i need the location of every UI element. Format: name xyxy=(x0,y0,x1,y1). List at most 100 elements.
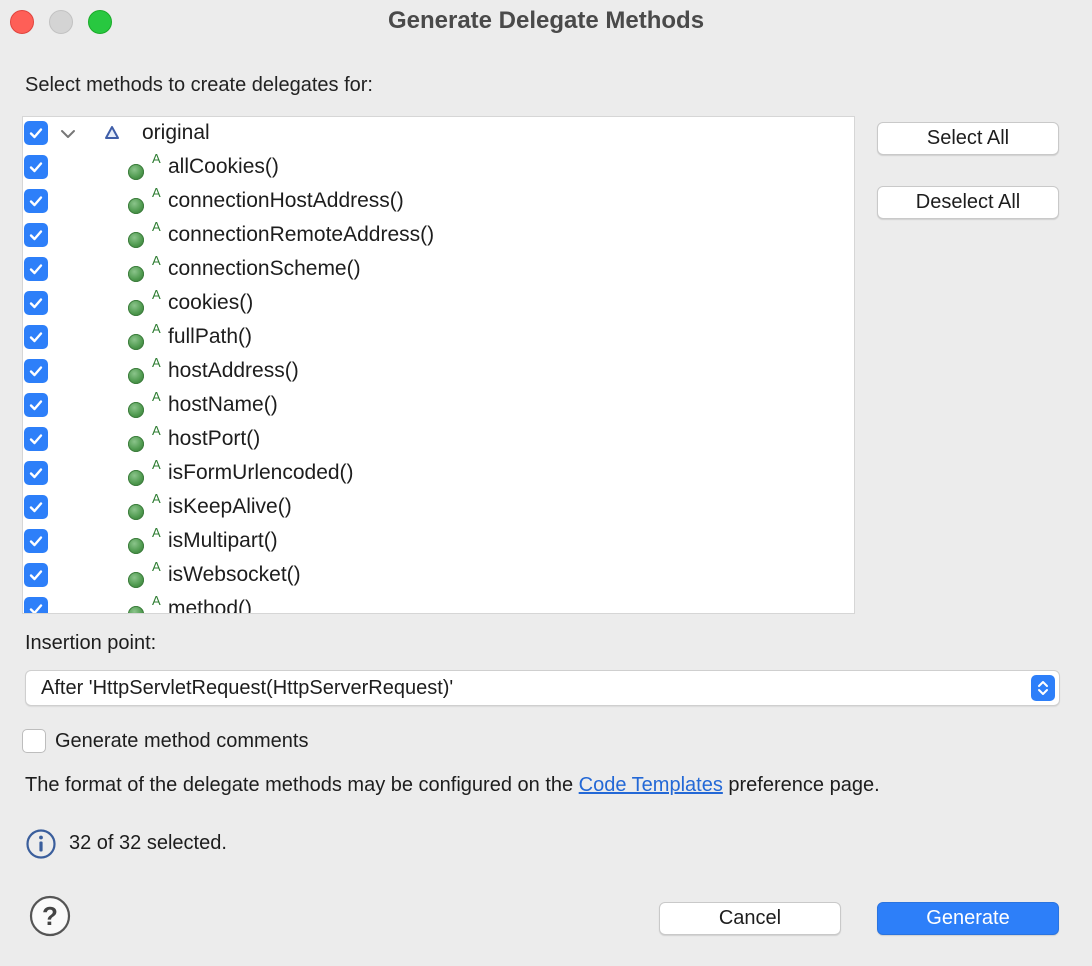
cancel-button[interactable]: Cancel xyxy=(659,902,841,935)
method-label: hostPort() xyxy=(168,427,261,450)
method-row[interactable]: AisMultipart() xyxy=(23,525,854,559)
public-method-icon xyxy=(128,232,144,248)
public-method-icon xyxy=(128,300,144,316)
method-checkbox[interactable] xyxy=(24,359,48,383)
method-label: connectionRemoteAddress() xyxy=(168,223,435,246)
method-label: allCookies() xyxy=(168,155,279,178)
insertion-point-value: After 'HttpServletRequest(HttpServerRequ… xyxy=(41,677,454,699)
method-row[interactable]: Acookies() xyxy=(23,287,854,321)
method-checkbox[interactable] xyxy=(24,155,48,179)
checkmark-icon xyxy=(29,298,43,309)
method-checkbox[interactable] xyxy=(24,189,48,213)
checkmark-icon xyxy=(29,264,43,275)
method-label: fullPath() xyxy=(168,325,253,348)
method-label: connectionHostAddress() xyxy=(168,189,404,212)
method-checkbox[interactable] xyxy=(24,597,48,613)
method-row[interactable]: AhostName() xyxy=(23,389,854,423)
method-checkbox[interactable] xyxy=(24,495,48,519)
public-method-icon xyxy=(128,198,144,214)
window-title: Generate Delegate Methods xyxy=(387,7,705,34)
checkmark-icon xyxy=(29,332,43,343)
public-method-icon xyxy=(128,368,144,384)
help-icon[interactable]: ? xyxy=(29,895,71,937)
format-note-after: preference page. xyxy=(722,774,880,796)
package-triangle-icon xyxy=(105,126,119,139)
method-row[interactable]: AconnectionScheme() xyxy=(23,253,854,287)
tree-root-label: original xyxy=(142,121,210,144)
abstract-marker-icon: A xyxy=(152,593,161,608)
checkmark-icon xyxy=(29,604,43,613)
generate-button[interactable]: Generate xyxy=(877,902,1059,935)
method-row[interactable]: AhostPort() xyxy=(23,423,854,457)
public-method-icon xyxy=(128,572,144,588)
checkmark-icon xyxy=(29,230,43,241)
method-row[interactable]: AconnectionRemoteAddress() xyxy=(23,219,854,253)
method-checkbox[interactable] xyxy=(24,461,48,485)
public-method-icon xyxy=(128,266,144,282)
title-bar: Generate Delegate Methods xyxy=(0,0,1092,42)
checkmark-icon xyxy=(29,434,43,445)
checkmark-icon xyxy=(29,400,43,411)
method-checkbox[interactable] xyxy=(24,291,48,315)
public-method-icon xyxy=(128,436,144,452)
tree-root-row[interactable]: original xyxy=(23,117,854,151)
generate-comments-checkbox[interactable] xyxy=(22,729,46,753)
method-label: cookies() xyxy=(168,291,254,314)
method-row[interactable]: AisWebsocket() xyxy=(23,559,854,593)
deselect-all-button[interactable]: Deselect All xyxy=(877,186,1059,219)
abstract-marker-icon: A xyxy=(152,253,161,268)
code-templates-link[interactable]: Code Templates xyxy=(579,774,723,796)
checkmark-icon xyxy=(29,570,43,581)
method-label: isWebsocket() xyxy=(168,563,301,586)
insertion-point-label: Insertion point: xyxy=(25,632,157,654)
method-row[interactable]: AisKeepAlive() xyxy=(23,491,854,525)
checkmark-icon xyxy=(29,128,43,139)
abstract-marker-icon: A xyxy=(152,185,161,200)
public-method-icon xyxy=(128,538,144,554)
checkmark-icon xyxy=(29,536,43,547)
method-row[interactable]: AisFormUrlencoded() xyxy=(23,457,854,491)
method-row[interactable]: AallCookies() xyxy=(23,151,854,185)
method-checkbox[interactable] xyxy=(24,427,48,451)
method-checkbox[interactable] xyxy=(24,393,48,417)
minimize-window-button[interactable] xyxy=(49,10,73,34)
chevron-down-icon[interactable] xyxy=(59,125,77,143)
select-all-button[interactable]: Select All xyxy=(877,122,1059,155)
root-checkbox[interactable] xyxy=(24,121,48,145)
close-window-button[interactable] xyxy=(10,10,34,34)
method-label: isKeepAlive() xyxy=(168,495,292,518)
abstract-marker-icon: A xyxy=(152,219,161,234)
checkmark-icon xyxy=(29,162,43,173)
svg-text:?: ? xyxy=(42,901,58,931)
abstract-marker-icon: A xyxy=(152,491,161,506)
public-method-icon xyxy=(128,402,144,418)
abstract-marker-icon: A xyxy=(152,525,161,540)
method-row[interactable]: AfullPath() xyxy=(23,321,854,355)
methods-tree[interactable]: original AallCookies() AconnectionHostAdd… xyxy=(22,116,855,614)
method-checkbox[interactable] xyxy=(24,257,48,281)
info-icon xyxy=(26,829,56,859)
method-checkbox[interactable] xyxy=(24,563,48,587)
method-checkbox[interactable] xyxy=(24,325,48,349)
method-row[interactable]: AconnectionHostAddress() xyxy=(23,185,854,219)
abstract-marker-icon: A xyxy=(152,287,161,302)
abstract-marker-icon: A xyxy=(152,559,161,574)
select-methods-label: Select methods to create delegates for: xyxy=(25,74,373,96)
zoom-window-button[interactable] xyxy=(88,10,112,34)
method-label: hostName() xyxy=(168,393,278,416)
abstract-marker-icon: A xyxy=(152,355,161,370)
method-row[interactable]: AhostAddress() xyxy=(23,355,854,389)
abstract-marker-icon: A xyxy=(152,151,161,166)
selection-status: 32 of 32 selected. xyxy=(69,832,227,854)
method-label: method() xyxy=(168,597,253,614)
insertion-point-select[interactable]: After 'HttpServletRequest(HttpServerRequ… xyxy=(25,670,1060,706)
public-method-icon xyxy=(128,606,144,613)
select-stepper-icon xyxy=(1031,675,1055,701)
abstract-marker-icon: A xyxy=(152,457,161,472)
format-note: The format of the delegate methods may b… xyxy=(25,774,880,797)
method-checkbox[interactable] xyxy=(24,223,48,247)
method-label: connectionScheme() xyxy=(168,257,361,280)
method-row[interactable]: Amethod() xyxy=(23,593,854,614)
method-label: hostAddress() xyxy=(168,359,299,382)
method-checkbox[interactable] xyxy=(24,529,48,553)
